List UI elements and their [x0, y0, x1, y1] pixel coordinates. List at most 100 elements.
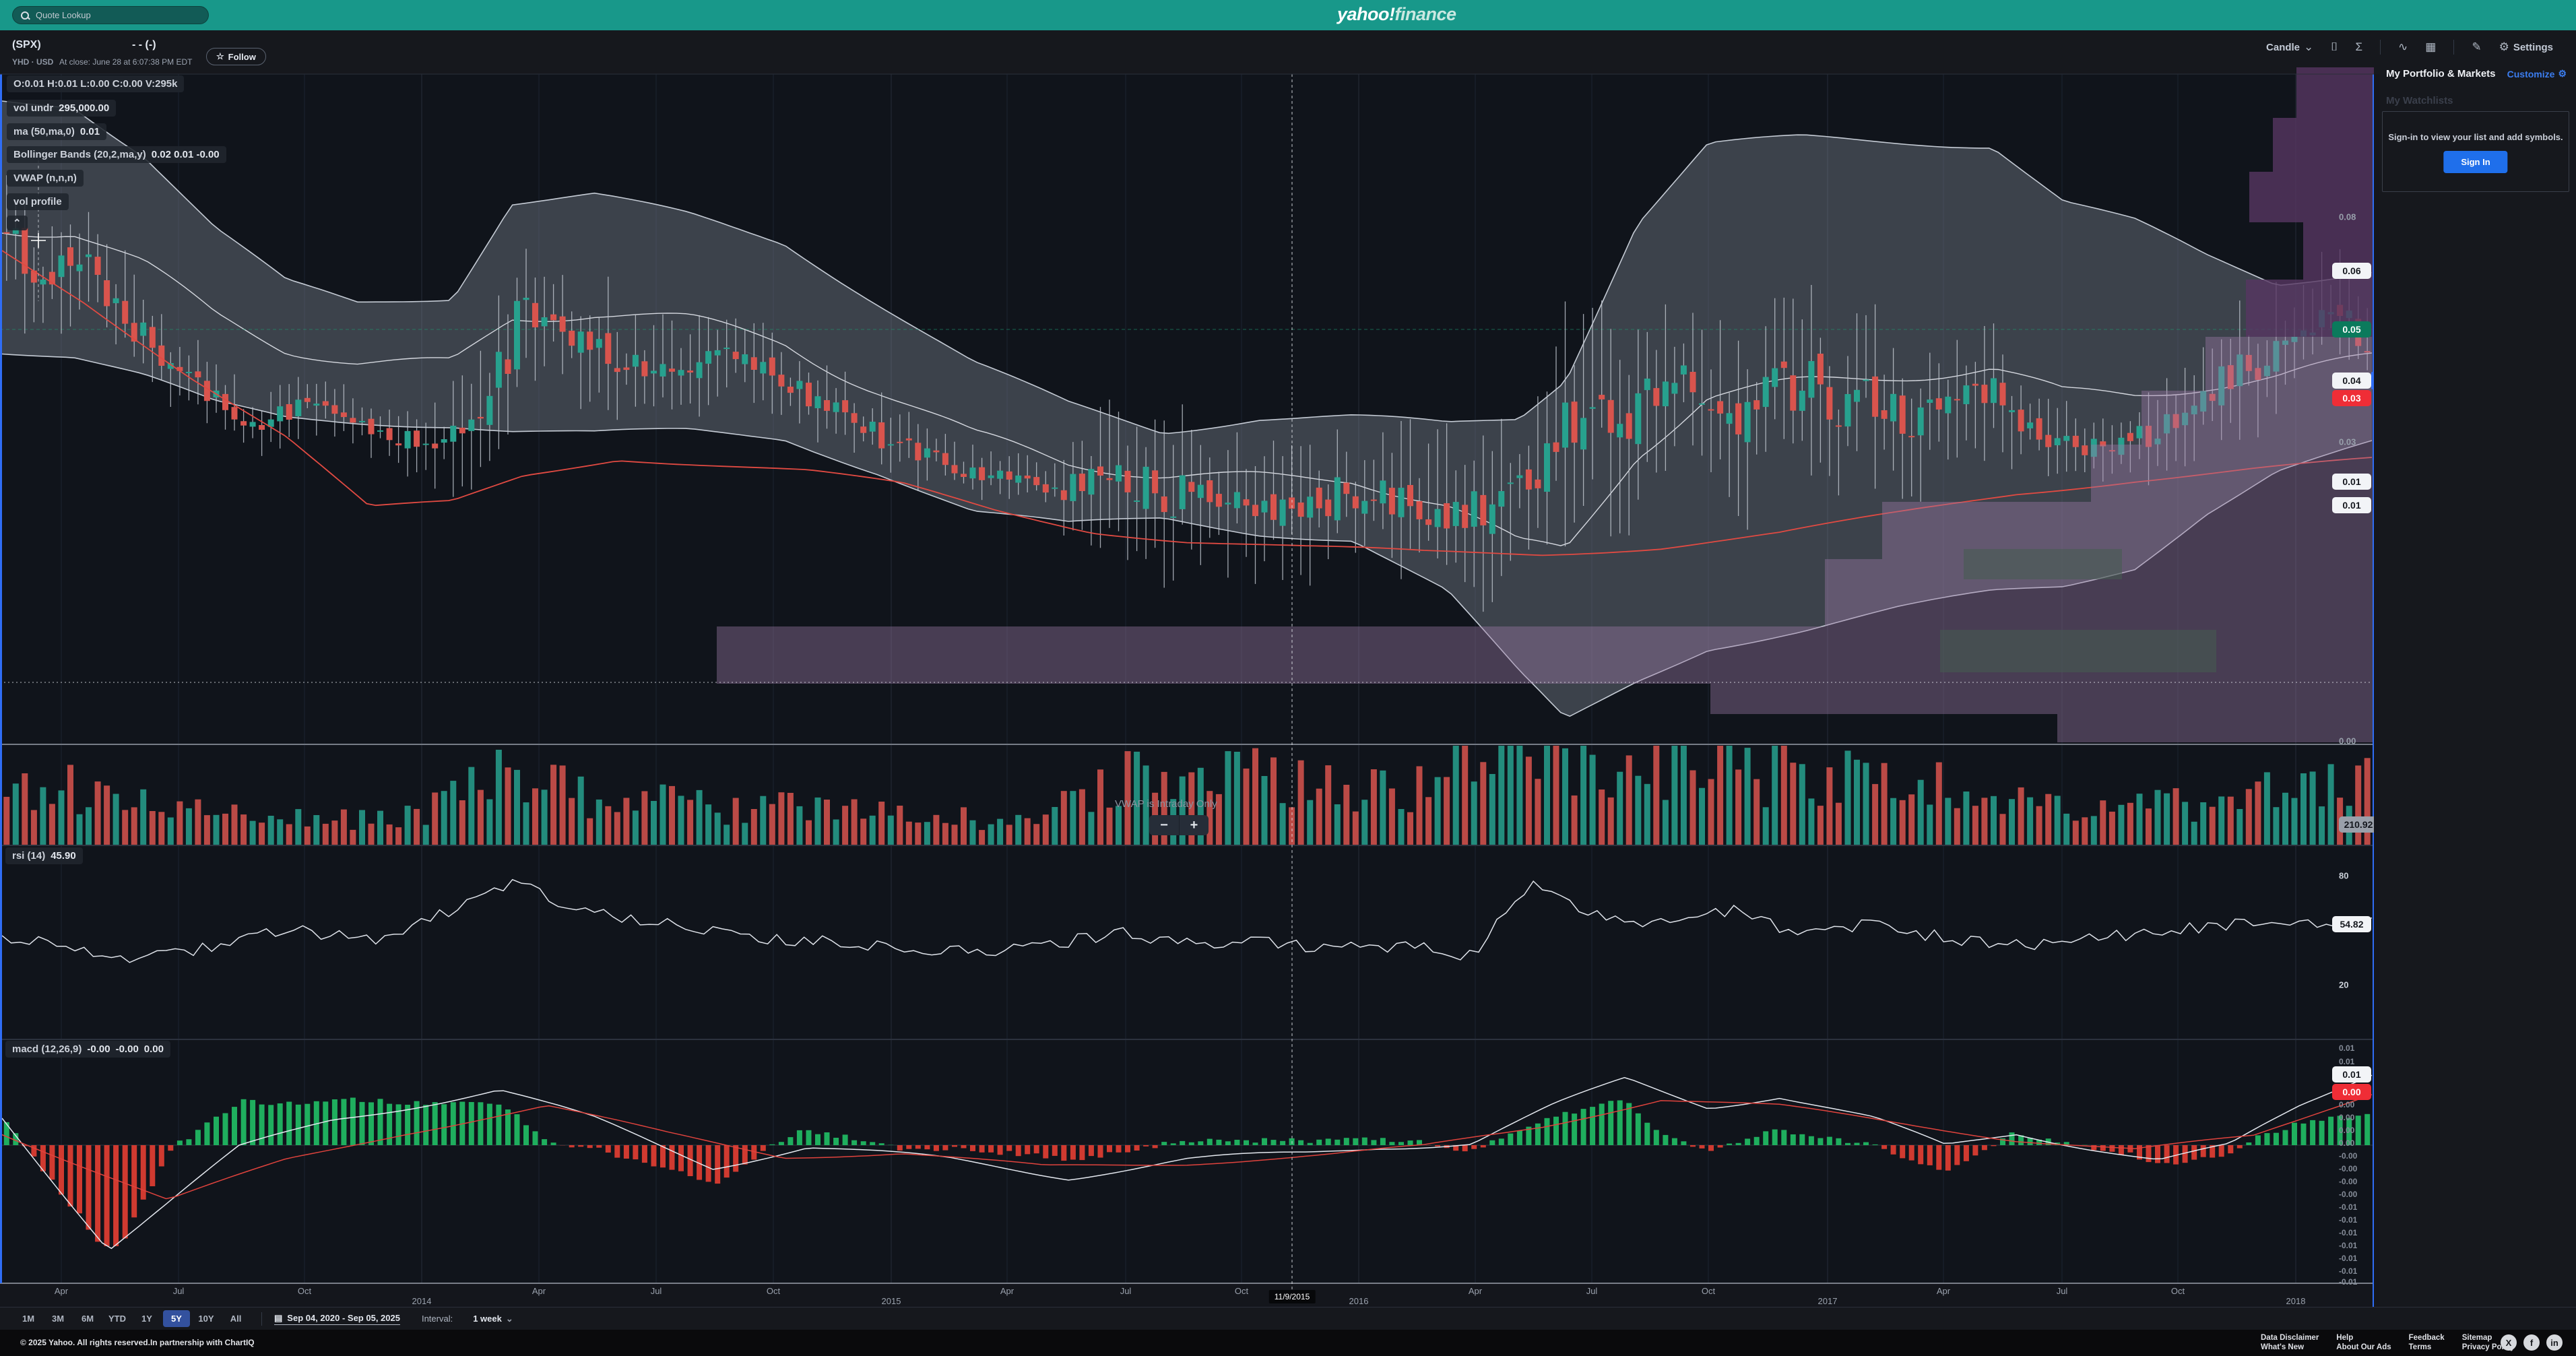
calendar-icon[interactable]: ▦ — [2425, 40, 2436, 54]
range-button-1m[interactable]: 1M — [15, 1310, 42, 1327]
events-icon[interactable]: ∿ — [2398, 40, 2408, 54]
price-axis-tick: 0.00 — [2339, 736, 2356, 746]
x-axis-month-label: Jul — [1120, 1286, 1132, 1296]
macd-axis-tick: -0.00 — [2339, 1190, 2357, 1199]
macd-legend[interactable]: macd (12,26,9)-0.00-0.000.00 — [5, 1041, 170, 1058]
x-axis-month-label: Apr — [1000, 1286, 1014, 1296]
vwap-legend[interactable]: VWAP (n,n,n) — [7, 170, 84, 187]
x-axis-month-label: Oct — [1702, 1286, 1715, 1296]
macd-axis-tick: -0.01 — [2339, 1228, 2357, 1237]
signin-box: Sign-in to view your list and add symbol… — [2382, 111, 2569, 192]
linkedin-social-icon[interactable]: in — [2546, 1334, 2563, 1351]
footer-link-column: FeedbackTerms — [2409, 1333, 2445, 1352]
macd-axis-tick: 0.00 — [2339, 1100, 2354, 1109]
macd-axis-tick: 0.00 — [2339, 1126, 2354, 1135]
x-axis-year-label: 2018 — [2286, 1296, 2306, 1306]
x-axis-month-label: Oct — [1235, 1286, 1248, 1296]
range-button-10y[interactable]: 10Y — [193, 1310, 220, 1327]
x-axis-month-label: Oct — [767, 1286, 780, 1296]
x-axis-month-label: Apr — [55, 1286, 68, 1296]
collapse-legend-button[interactable]: ⌃ — [7, 216, 28, 230]
toolbar-divider — [2380, 40, 2381, 55]
macd-axis-tick: -0.01 — [2339, 1266, 2357, 1276]
x-axis-month-label: Oct — [2171, 1286, 2185, 1296]
interval-label: Interval: — [422, 1314, 453, 1324]
macd-axis-badge: 0.01 — [2332, 1066, 2371, 1083]
rsi-legend[interactable]: rsi (14)45.90 — [5, 847, 83, 864]
range-button-5y[interactable]: 5Y — [163, 1310, 190, 1327]
macd-axis-tick: -0.00 — [2339, 1164, 2357, 1173]
footer-link-column: Data DisclaimerWhat's New — [2261, 1333, 2319, 1352]
settings-button[interactable]: ⚙Settings — [2499, 40, 2553, 54]
footer-links: Data DisclaimerWhat's New HelpAbout Our A… — [2261, 1333, 2515, 1352]
sidebar-title: My Portfolio & Markets — [2386, 68, 2496, 79]
price-axis-badge: 0.01 — [2332, 497, 2371, 513]
zoom-out-button[interactable]: − — [1149, 815, 1179, 835]
price-axis-tick: 0.03 — [2339, 437, 2356, 447]
current-price-arrow: › — [2371, 372, 2374, 389]
x-axis-month-label: Jul — [1586, 1286, 1598, 1296]
price-axis-badge: 0.05 — [2332, 321, 2371, 337]
toolbar-divider — [2453, 40, 2454, 55]
gear-icon: ⚙ — [2558, 68, 2567, 79]
draw-icon[interactable]: ✎ — [2472, 40, 2481, 54]
macd-axis-tick: -0.00 — [2339, 1151, 2357, 1161]
footer-link[interactable]: Data Disclaimer — [2261, 1333, 2319, 1343]
candlestick-chart — [0, 0, 2374, 1307]
page-footer: © 2025 Yahoo. All rights reserved.In par… — [0, 1330, 2576, 1356]
x-axis-month-label: Apr — [532, 1286, 546, 1296]
yahoo-finance-chart-page: yahoo!finance (SPX) - - (-) YHD · USD At… — [0, 0, 2576, 1356]
footer-link-column: HelpAbout Our Ads — [2336, 1333, 2391, 1352]
x-axis-month-label: Apr — [1937, 1286, 1950, 1296]
footer-link[interactable]: Feedback — [2409, 1333, 2445, 1343]
x-axis-year-label: 2016 — [1349, 1296, 1369, 1306]
customize-link[interactable]: Customize⚙ — [2507, 68, 2567, 79]
footer-link[interactable]: About Our Ads — [2336, 1343, 2391, 1352]
x-axis-year-label: 2014 — [412, 1296, 432, 1306]
x-axis-month-label: Apr — [1469, 1286, 1482, 1296]
macd-axis-tick: -0.01 — [2339, 1202, 2357, 1212]
macd-axis-tick: -0.01 — [2339, 1254, 2357, 1263]
sign-in-button[interactable]: Sign In — [2443, 151, 2507, 173]
range-toolbar: 1M3M6MYTD1Y5Y10YAll ▤ Sep 04, 2020 - Sep… — [0, 1307, 2576, 1330]
crosshair-date-badge: 11/9/2015 — [1269, 1290, 1316, 1303]
x-axis-month-label: Oct — [298, 1286, 311, 1296]
price-axis-badge: 0.03 — [2332, 390, 2371, 406]
ohlc-legend: O:0.01 H:0.01 L:0.00 C:0.00 V:295k — [7, 75, 184, 92]
range-button-6m[interactable]: 6M — [74, 1310, 101, 1327]
range-button-3m[interactable]: 3M — [44, 1310, 71, 1327]
macd-axis-tick: -0.01 — [2339, 1215, 2357, 1225]
range-buttons: 1M3M6MYTD1Y5Y10YAll — [15, 1310, 249, 1327]
price-axis-badge: 0.06 — [2332, 263, 2371, 279]
footer-link[interactable]: What's New — [2261, 1343, 2319, 1352]
vol-profile-legend[interactable]: vol profile — [7, 193, 69, 210]
x-social-icon[interactable]: X — [2501, 1334, 2517, 1351]
range-button-1y[interactable]: 1Y — [133, 1310, 160, 1327]
footer-link[interactable]: Terms — [2409, 1343, 2445, 1352]
footer-link[interactable]: Help — [2336, 1333, 2391, 1343]
vwap-intraday-notice: VWAP is Intraday Only — [1115, 798, 1217, 810]
range-button-ytd[interactable]: YTD — [104, 1310, 131, 1327]
copyright-text: © 2025 Yahoo. All rights reserved.In par… — [20, 1338, 255, 1347]
bollinger-legend[interactable]: Bollinger Bands (20,2,ma,y)0.02 0.01 -0.… — [7, 146, 226, 163]
range-button-all[interactable]: All — [222, 1310, 249, 1327]
rsi-axis-badge: 54.82 — [2332, 916, 2371, 932]
x-axis-month-label: Jul — [651, 1286, 662, 1296]
facebook-social-icon[interactable]: f — [2523, 1334, 2540, 1351]
zoom-controls: − + — [1149, 815, 1209, 835]
vol-undr-legend[interactable]: vol undr295,000.00 — [7, 100, 116, 117]
price-axis-badge: 0.04 — [2332, 373, 2371, 389]
chart-canvas[interactable]: 0.080.030.000.060.050.04›0.030.010.01210… — [0, 0, 2374, 1307]
x-axis-month-label: Jul — [2057, 1286, 2068, 1296]
gear-icon: ⚙ — [2499, 40, 2509, 54]
macd-axis-tick: 0.00 — [2339, 1113, 2354, 1122]
macd-axis-tick: 0.01 — [2339, 1043, 2354, 1053]
zoom-in-button[interactable]: + — [1179, 815, 1209, 835]
ma-legend[interactable]: ma (50,ma,0)0.01 — [7, 123, 106, 140]
rsi-axis-tick: 20 — [2339, 980, 2348, 990]
macd-axis-badge: 0.00 — [2332, 1084, 2371, 1100]
range-divider — [261, 1312, 262, 1326]
price-axis-badge: 0.01 — [2332, 474, 2371, 490]
date-range-picker[interactable]: ▤ Sep 04, 2020 - Sep 05, 2025 — [274, 1313, 400, 1325]
interval-dropdown[interactable]: 1 week⌄ — [473, 1314, 513, 1324]
